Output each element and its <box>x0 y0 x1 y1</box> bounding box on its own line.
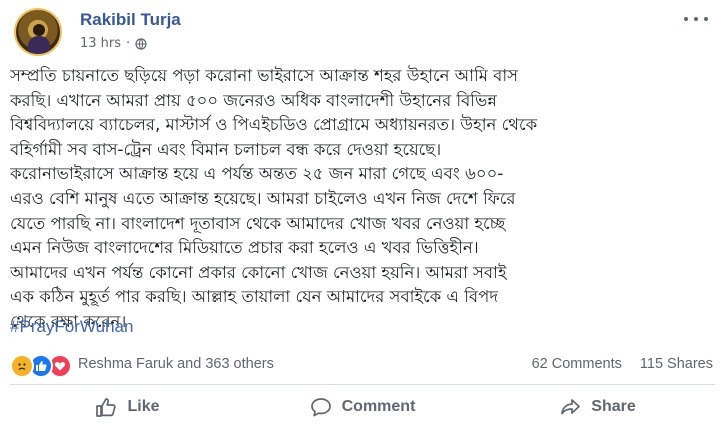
avatar-body <box>28 36 50 54</box>
shares-count[interactable]: 115 Shares <box>640 356 713 372</box>
post-body-line: এক কঠিন মুহূর্ত পার করছি। আল্লাহ তায়ালা… <box>10 287 498 307</box>
post-body-line: এরও বেশি মানুষ এতে আক্রান্ত হয়েছে। আমরা… <box>10 188 516 208</box>
like-button[interactable]: Like <box>10 390 245 424</box>
author-name[interactable]: Rakibil Turja <box>80 10 181 30</box>
reaction-icons[interactable] <box>10 354 72 378</box>
post-header: Rakibil Turja 13 hrs · <box>14 6 714 58</box>
share-button[interactable]: Share <box>480 390 715 424</box>
meta-separator: · <box>126 36 131 51</box>
more-options-icon[interactable] <box>684 12 708 26</box>
action-bar: Like Comment Share <box>10 390 715 424</box>
post-body-line: সম্প্রতি চায়নাতে ছড়িয়ে পড়া করোনা ভাই… <box>10 66 519 85</box>
engagement-counts: 62 Comments 115 Shares <box>518 356 713 372</box>
share-arrow-icon <box>561 399 581 415</box>
sad-reaction-icon <box>10 354 34 378</box>
post-body-line: করোনাভাইরাসে আক্রান্ত হয়ে এ পর্যন্ত অন্… <box>10 164 504 184</box>
comment-button[interactable]: Comment <box>245 390 480 424</box>
post-time[interactable]: 13 hrs <box>80 36 121 51</box>
post-body-line: বিশ্ববিদ্যালয়ে ব্যাচেলর, মাস্টার্স ও পি… <box>10 115 538 135</box>
post-body-line: করছি। এখানে আমরা প্রায় ৫০০ জনেরও অধিক ব… <box>10 90 497 110</box>
share-label: Share <box>591 398 636 415</box>
post-body-line: যেতে পারছি না। বাংলাদেশ দূতাবাস থেকে আমা… <box>10 213 506 233</box>
reaction-names[interactable]: Reshma Faruk and 363 others <box>78 356 274 372</box>
post-body-line: এমন নিউজ বাংলাদেশের মিডিয়াতে প্রচার করা… <box>10 238 479 258</box>
divider <box>10 384 715 385</box>
globe-icon[interactable] <box>135 37 147 50</box>
avatar-head <box>33 24 45 36</box>
post-body: সম্প্রতি চায়নাতে ছড়িয়ে পড়া করোনা ভাই… <box>10 64 712 335</box>
hashtag-link[interactable]: #PrayForWuhan <box>10 317 133 337</box>
comment-label: Comment <box>341 398 416 415</box>
post-body-line: বহির্গামী সব বাস-ট্রেন এবং বিমান চলাচল ব… <box>10 139 442 159</box>
post-body-line: আমাদের এখন পর্যন্ত কোনো প্রকার কোনো খোজ … <box>10 262 507 282</box>
reactions-bar: Reshma Faruk and 363 others 62 Comments … <box>10 353 715 378</box>
post-meta: 13 hrs · <box>80 36 147 51</box>
comment-icon <box>310 398 331 417</box>
avatar[interactable] <box>14 8 62 56</box>
thumbs-up-icon <box>96 398 117 417</box>
facebook-post: Rakibil Turja 13 hrs · সম্প্রতি চায়নাতে… <box>0 0 725 425</box>
comments-count[interactable]: 62 Comments <box>532 356 622 372</box>
like-label: Like <box>127 398 160 415</box>
